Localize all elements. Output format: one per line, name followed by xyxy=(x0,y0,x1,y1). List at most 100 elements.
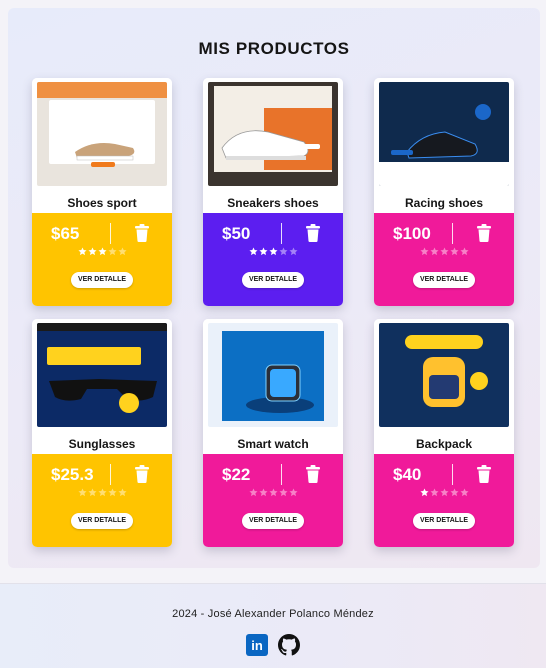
view-details-button[interactable]: VER DETALLE xyxy=(242,513,304,529)
trash-icon[interactable] xyxy=(477,224,491,242)
view-details-button[interactable]: VER DETALLE xyxy=(242,272,304,288)
product-card: Racing shoes $100 VER DETALLE xyxy=(374,78,514,306)
view-details-button[interactable]: VER DETALLE xyxy=(71,513,133,529)
star-empty-icon xyxy=(459,247,469,256)
star-empty-icon xyxy=(87,488,97,497)
view-details-button[interactable]: VER DETALLE xyxy=(413,272,475,288)
product-name: Racing shoes xyxy=(404,196,484,210)
view-details-button[interactable]: VER DETALLE xyxy=(71,272,133,288)
price-divider xyxy=(110,223,111,244)
linkedin-link[interactable]: in xyxy=(246,634,268,656)
product-name: Backpack xyxy=(415,437,473,451)
star-filled-icon xyxy=(268,247,278,256)
star-empty-icon xyxy=(258,488,268,497)
star-empty-icon xyxy=(117,488,127,497)
product-name: Smart watch xyxy=(237,437,309,451)
linkedin-icon: in xyxy=(246,634,268,656)
star-empty-icon xyxy=(288,488,298,497)
trash-icon[interactable] xyxy=(306,465,320,483)
product-image-frame xyxy=(37,323,167,427)
product-price: $65 xyxy=(51,224,80,243)
trash-icon[interactable] xyxy=(135,224,149,242)
star-empty-icon xyxy=(429,488,439,497)
github-link[interactable] xyxy=(278,634,300,656)
star-filled-icon xyxy=(248,247,258,256)
star-filled-icon xyxy=(77,247,87,256)
footer-credits: 2024 - José Alexander Polanco Méndez xyxy=(172,608,374,620)
price-divider xyxy=(110,464,111,485)
product-image-frame xyxy=(208,82,338,186)
product-image xyxy=(37,323,167,427)
product-image-area xyxy=(374,319,514,431)
product-image-area xyxy=(374,78,514,190)
star-empty-icon xyxy=(117,247,127,256)
product-image-area xyxy=(32,319,172,431)
star-filled-icon xyxy=(258,247,268,256)
product-image xyxy=(379,82,509,186)
price-divider xyxy=(452,223,453,244)
product-image-area xyxy=(203,319,343,431)
product-price: $22 xyxy=(222,465,251,484)
rating-stars xyxy=(374,247,514,259)
rating-stars xyxy=(374,488,514,500)
product-image xyxy=(208,82,338,186)
product-card: Backpack $40 VER DETALLE xyxy=(374,319,514,547)
star-filled-icon xyxy=(419,488,429,497)
product-image-frame xyxy=(379,82,509,186)
star-empty-icon xyxy=(268,488,278,497)
footer: 2024 - José Alexander Polanco Méndez in xyxy=(0,583,546,668)
star-empty-icon xyxy=(107,488,117,497)
star-empty-icon xyxy=(439,247,449,256)
product-image xyxy=(37,82,167,186)
star-empty-icon xyxy=(449,247,459,256)
github-icon xyxy=(278,634,300,656)
product-price: $25.3 xyxy=(51,465,94,484)
product-image-area xyxy=(32,78,172,190)
rating-stars xyxy=(32,488,172,500)
star-empty-icon xyxy=(419,247,429,256)
product-footer: $50 VER DETALLE xyxy=(203,213,343,306)
trash-icon[interactable] xyxy=(477,465,491,483)
product-image-area xyxy=(203,78,343,190)
product-card: Sunglasses $25.3 VER DETALLE xyxy=(32,319,172,547)
product-card: Shoes sport $65 VER DETALLE xyxy=(32,78,172,306)
product-card: Smart watch $22 VER DETALLE xyxy=(203,319,343,547)
rating-stars xyxy=(32,247,172,259)
star-empty-icon xyxy=(288,247,298,256)
product-footer: $22 VER DETALLE xyxy=(203,454,343,547)
product-image-frame xyxy=(379,323,509,427)
product-image-frame xyxy=(37,82,167,186)
trash-icon[interactable] xyxy=(306,224,320,242)
rating-stars xyxy=(203,488,343,500)
product-price: $100 xyxy=(393,224,431,243)
star-empty-icon xyxy=(278,247,288,256)
product-footer: $25.3 VER DETALLE xyxy=(32,454,172,547)
product-image xyxy=(208,323,338,427)
product-name: Sneakers shoes xyxy=(227,196,319,210)
rating-stars xyxy=(203,247,343,259)
product-footer: $65 VER DETALLE xyxy=(32,213,172,306)
page-title: MIS PRODUCTOS xyxy=(198,39,350,58)
star-filled-icon xyxy=(97,247,107,256)
product-image xyxy=(379,323,509,427)
price-divider xyxy=(452,464,453,485)
product-footer: $100 VER DETALLE xyxy=(374,213,514,306)
star-empty-icon xyxy=(278,488,288,497)
product-card: Sneakers shoes $50 VER DETALLE xyxy=(203,78,343,306)
product-footer: $40 VER DETALLE xyxy=(374,454,514,547)
star-filled-icon xyxy=(87,247,97,256)
product-image-frame xyxy=(208,323,338,427)
trash-icon[interactable] xyxy=(135,465,149,483)
product-name: Shoes sport xyxy=(67,196,137,210)
star-empty-icon xyxy=(97,488,107,497)
star-empty-icon xyxy=(439,488,449,497)
view-details-button[interactable]: VER DETALLE xyxy=(413,513,475,529)
star-empty-icon xyxy=(459,488,469,497)
price-divider xyxy=(281,223,282,244)
price-divider xyxy=(281,464,282,485)
product-price: $50 xyxy=(222,224,251,243)
star-empty-icon xyxy=(107,247,117,256)
star-empty-icon xyxy=(449,488,459,497)
linkedin-icon-label: in xyxy=(251,638,263,653)
star-empty-icon xyxy=(248,488,258,497)
